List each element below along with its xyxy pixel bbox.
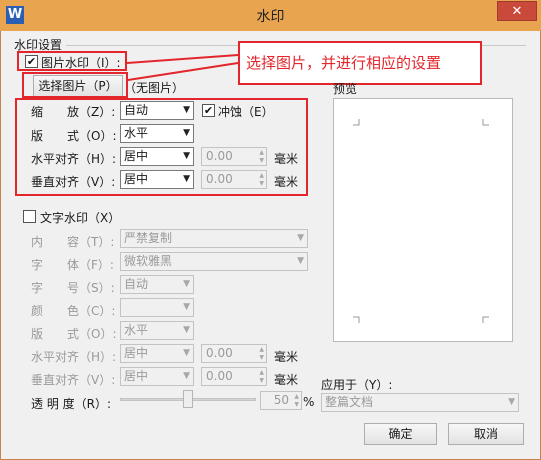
chevron-down-icon: ▼: [297, 256, 304, 266]
spin-down-icon: ▼: [259, 354, 264, 361]
text-watermark-label: 文字水印（X）: [40, 211, 121, 225]
chevron-down-icon: ▼: [508, 397, 515, 407]
spin-up-icon: ▲: [294, 393, 299, 400]
ok-button[interactable]: 确定: [364, 423, 437, 445]
text-valign-offset-value: 0.00: [206, 369, 233, 383]
percent-sign: %: [303, 395, 315, 409]
chevron-down-icon: ▼: [183, 348, 190, 358]
spin-up-icon: ▲: [259, 369, 264, 376]
size-label: 字 号（S）:: [31, 281, 115, 295]
transparency-slider-thumb[interactable]: [183, 390, 193, 408]
annotation-arrow-line: [126, 54, 239, 64]
chevron-down-icon: ▼: [183, 279, 190, 289]
margin-mark-top-left: [353, 119, 360, 126]
transparency-label: 透 明 度（R）:: [31, 397, 112, 411]
preview-title: 预览: [333, 82, 358, 96]
chevron-down-icon: ▼: [183, 325, 190, 335]
text-layout-value: 水平: [124, 323, 149, 337]
text-watermark-checkbox[interactable]: [23, 210, 36, 223]
apply-to-label: 应用于（Y）:: [321, 378, 393, 392]
size-select[interactable]: 自动 ▼: [120, 275, 194, 294]
transparency-spinner[interactable]: 50 ▲ ▼: [260, 391, 302, 410]
page-margin-marks: [353, 119, 489, 323]
text-layout-label: 版 式（O）:: [31, 327, 117, 341]
margin-mark-bottom-left: [353, 316, 360, 323]
annotation-arrow-line: [127, 62, 239, 81]
spin-down-icon: ▼: [294, 401, 299, 408]
text-halign-value: 居中: [124, 346, 149, 360]
apply-to-select[interactable]: 整篇文档 ▼: [321, 393, 519, 412]
content-label: 内 容（T）:: [31, 235, 115, 249]
text-halign-offset-spinner[interactable]: 0.00 ▲ ▼: [201, 344, 267, 363]
text-valign-select[interactable]: 居中 ▼: [120, 367, 194, 386]
font-value: 微软雅黑: [124, 254, 173, 268]
text-halign-select[interactable]: 居中 ▼: [120, 344, 194, 363]
apply-to-value: 整篇文档: [325, 395, 374, 409]
margin-mark-top-right: [482, 119, 489, 126]
color-label: 颜 色（C）:: [31, 304, 116, 318]
spin-down-icon: ▼: [259, 377, 264, 384]
text-valign-offset-spinner[interactable]: 0.00 ▲ ▼: [201, 367, 267, 386]
font-label: 字 体（F）:: [31, 258, 114, 272]
cancel-button[interactable]: 取消: [448, 423, 524, 445]
text-halign-unit: 毫米: [274, 350, 299, 364]
chevron-down-icon: ▼: [183, 302, 190, 312]
text-halign-offset-value: 0.00: [206, 346, 233, 360]
text-valign-label: 垂直对齐（V）:: [31, 373, 116, 387]
spin-up-icon: ▲: [259, 346, 264, 353]
font-select[interactable]: 微软雅黑 ▼: [120, 252, 308, 271]
color-select[interactable]: ▼: [120, 298, 194, 317]
transparency-value: 50: [273, 393, 289, 407]
text-valign-value: 居中: [124, 369, 149, 383]
chevron-down-icon: ▼: [297, 233, 304, 243]
content-select[interactable]: 严禁复制 ▼: [120, 229, 308, 248]
text-halign-label: 水平对齐（H）:: [31, 350, 117, 364]
text-valign-unit: 毫米: [274, 373, 299, 387]
margin-mark-bottom-right: [482, 316, 489, 323]
annotation-callout: 选择图片，并进行相应的设置: [238, 41, 482, 85]
content-value: 严禁复制: [124, 231, 173, 245]
text-layout-select[interactable]: 水平 ▼: [120, 321, 194, 340]
size-value: 自动: [124, 277, 149, 291]
chevron-down-icon: ▼: [183, 371, 190, 381]
